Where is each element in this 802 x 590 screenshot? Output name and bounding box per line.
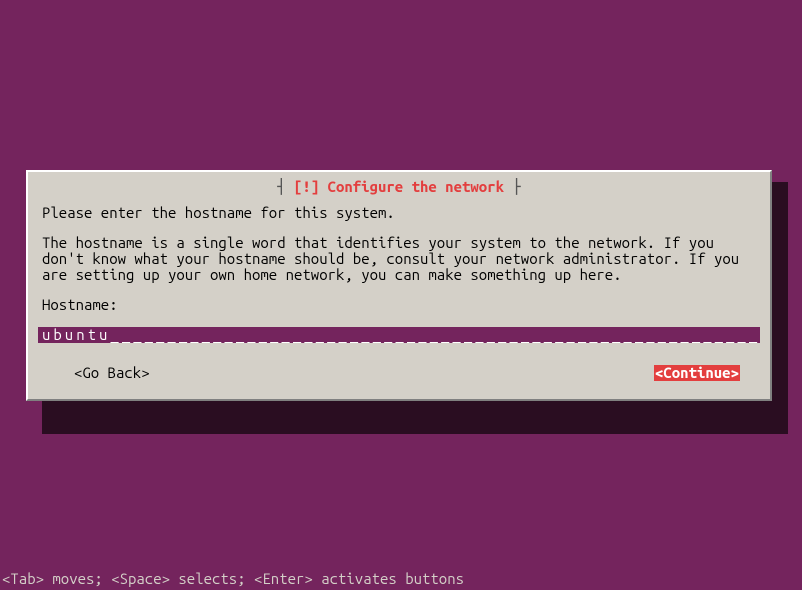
- input-fill: ________________________________________…: [122, 327, 760, 343]
- dialog-description: The hostname is a single word that ident…: [38, 221, 760, 283]
- configure-network-dialog: ┤ [!] Configure the network ├ Please ent…: [26, 170, 772, 401]
- dialog-button-row: <Go Back> <Continue>: [38, 343, 760, 389]
- hostname-input-row: ubuntu__________________________________…: [38, 327, 760, 343]
- hostname-label: Hostname:: [38, 283, 760, 313]
- go-back-button[interactable]: <Go Back>: [74, 365, 150, 381]
- title-border-left: ┤: [277, 178, 294, 195]
- continue-button[interactable]: <Continue>: [654, 365, 740, 381]
- text-cursor: _: [110, 327, 121, 343]
- title-border-right: ├: [504, 178, 521, 195]
- hostname-value: ubuntu: [42, 327, 110, 343]
- dialog-prompt: Please enter the hostname for this syste…: [38, 199, 760, 221]
- hostname-input[interactable]: ubuntu__________________________________…: [38, 327, 760, 343]
- dialog-title-row: ┤ [!] Configure the network ├: [38, 179, 760, 195]
- help-bar: <Tab> moves; <Space> selects; <Enter> ac…: [2, 571, 464, 587]
- dialog-title: [!] Configure the network: [294, 178, 504, 195]
